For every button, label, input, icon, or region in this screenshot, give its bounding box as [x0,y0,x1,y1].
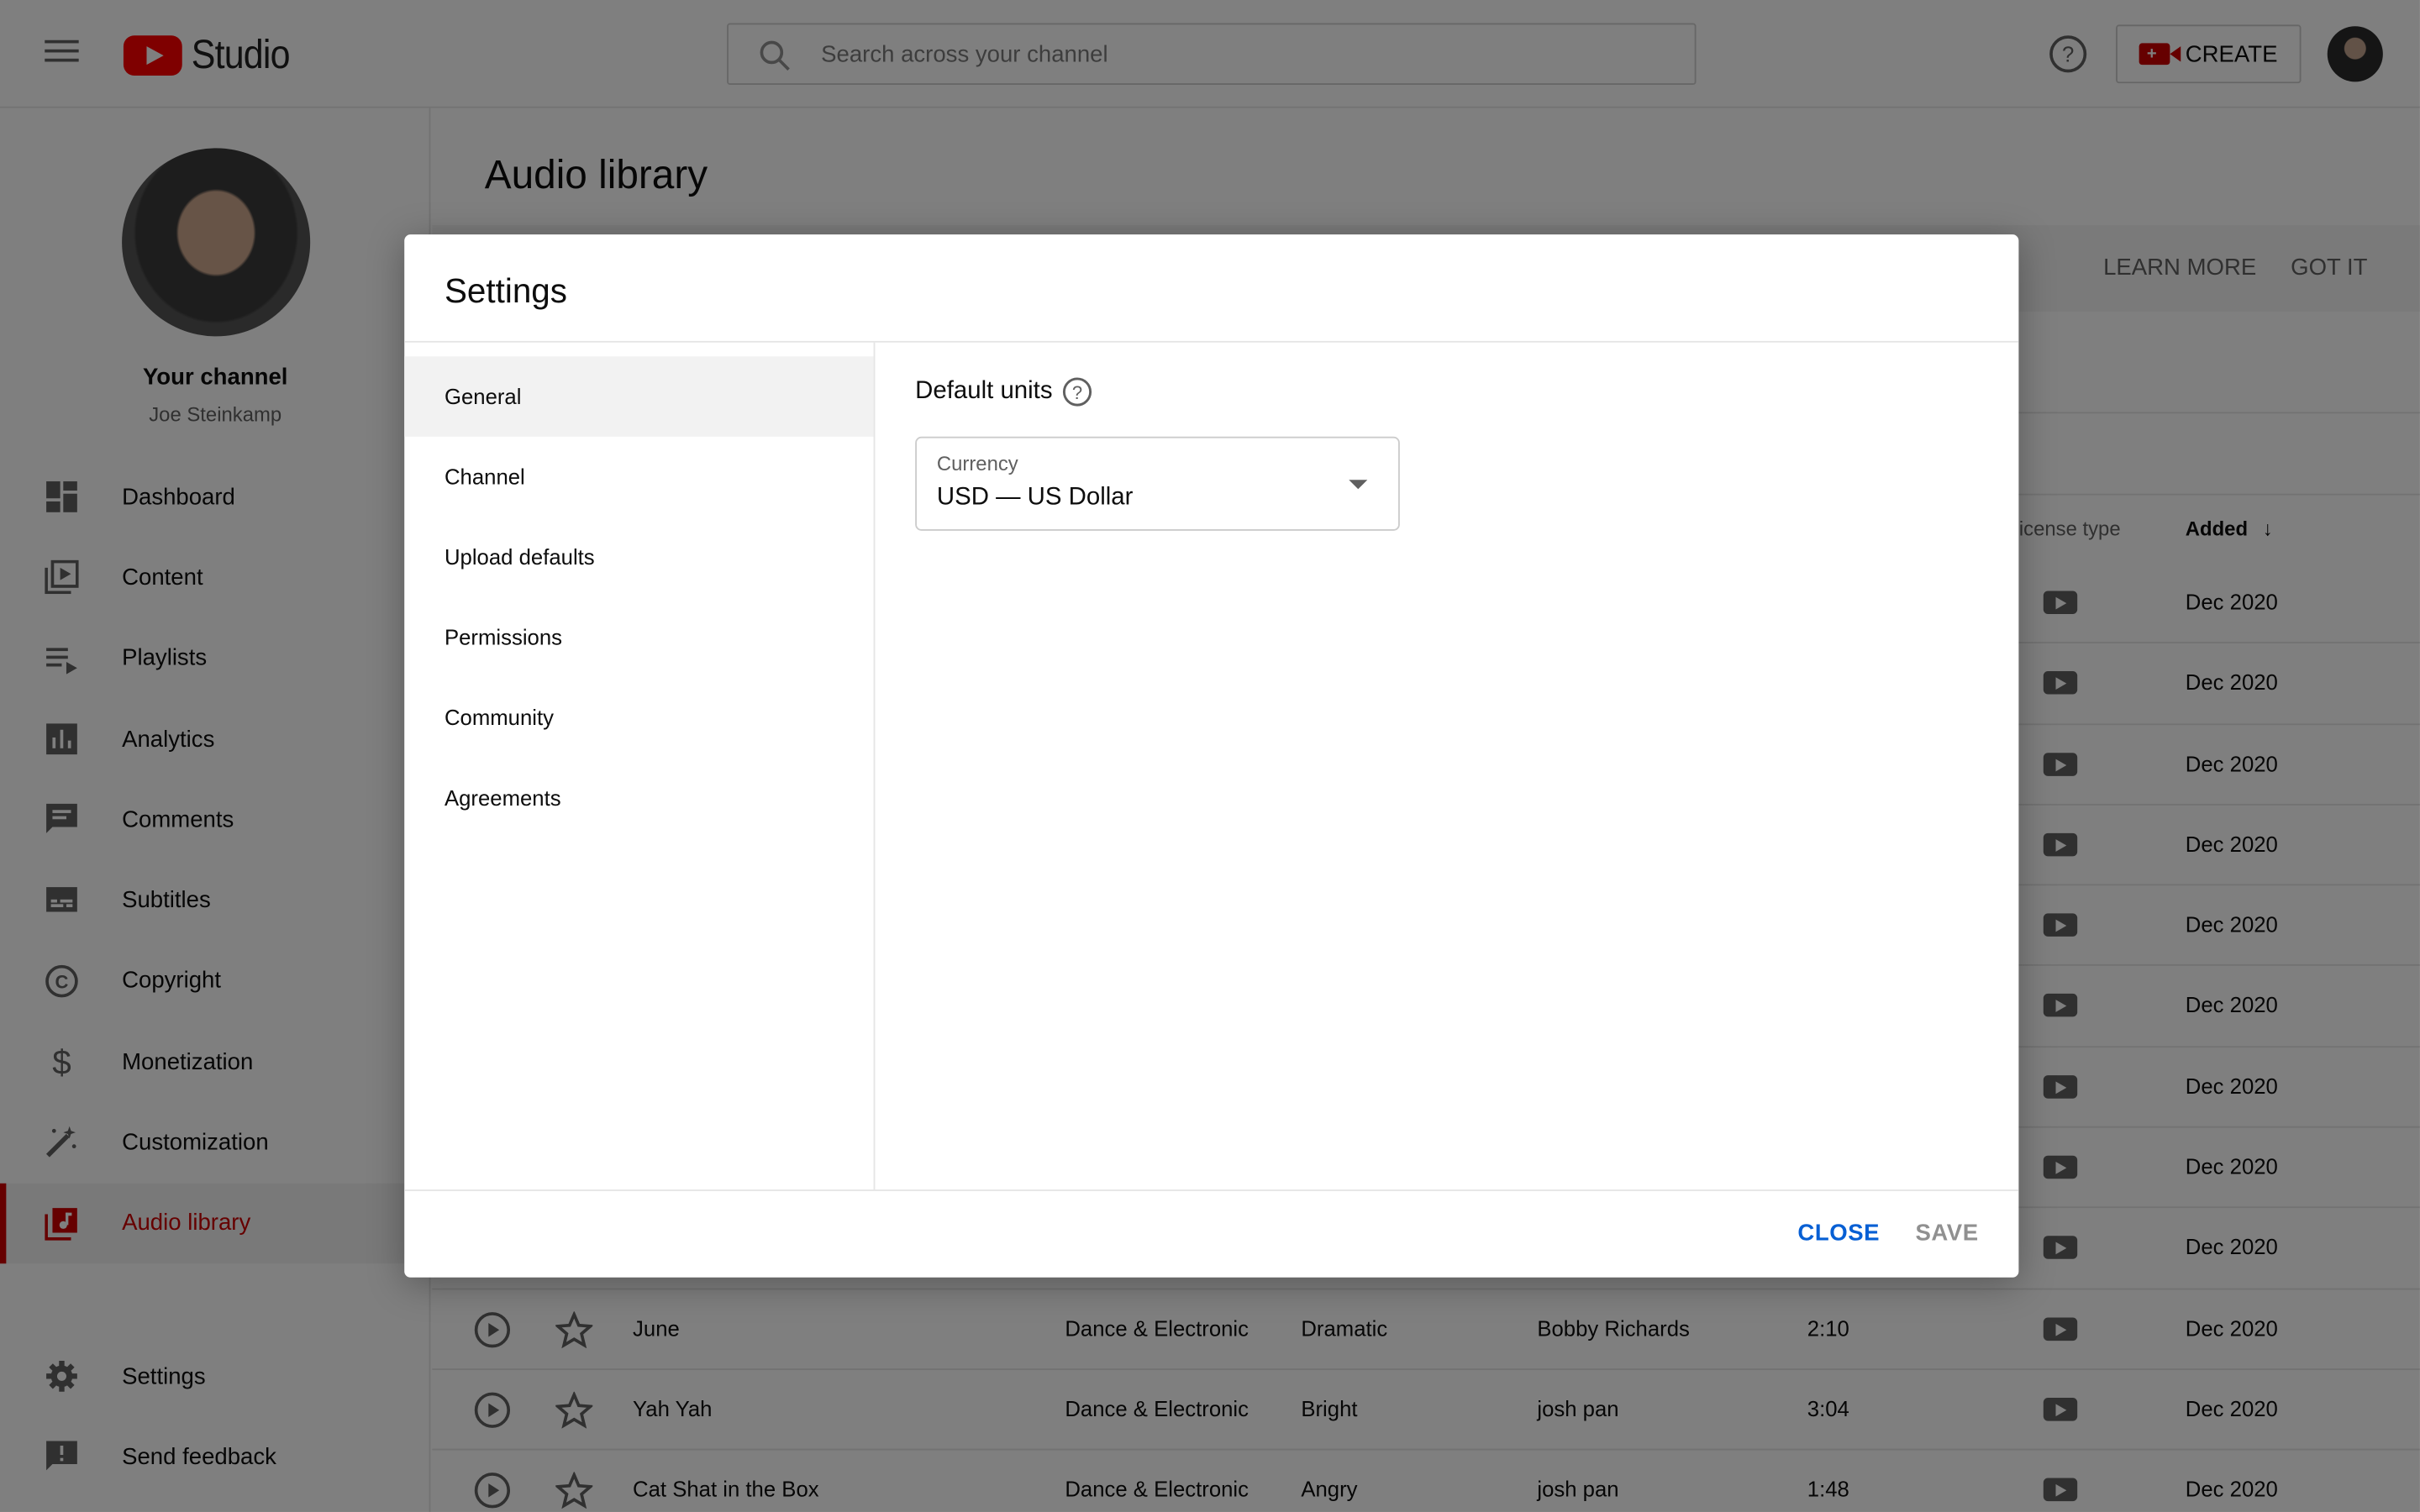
currency-value: USD — US Dollar [936,484,1134,511]
settings-nav-permissions[interactable]: Permissions [404,597,873,678]
settings-nav-general[interactable]: General [404,356,874,437]
settings-nav-upload-defaults[interactable]: Upload defaults [404,517,873,597]
currency-label: Currency [936,452,1018,475]
dropdown-arrow-icon [1349,480,1368,490]
close-button[interactable]: CLOSE [1797,1221,1880,1247]
settings-dialog: Settings General Channel Upload defaults… [404,234,2019,1278]
settings-nav: General Channel Upload defaults Permissi… [404,342,876,1190]
settings-nav-agreements[interactable]: Agreements [404,758,873,838]
studio-app: Studio ? + CREATE Your channel Joe Stein… [0,0,2420,1512]
dialog-title: Settings [444,271,567,311]
divider [404,1189,2019,1191]
settings-panel: Default units ? Currency USD — US Dollar [876,343,2018,1189]
currency-select[interactable]: Currency USD — US Dollar [915,436,1400,531]
svg-text:?: ? [1072,382,1082,403]
help-icon[interactable]: ? [1062,376,1093,407]
section-title: Default units [915,377,1053,405]
settings-nav-community[interactable]: Community [404,677,873,758]
default-units-heading: Default units ? [915,376,1092,407]
save-button[interactable]: SAVE [1915,1221,1978,1247]
settings-nav-channel[interactable]: Channel [404,437,873,517]
